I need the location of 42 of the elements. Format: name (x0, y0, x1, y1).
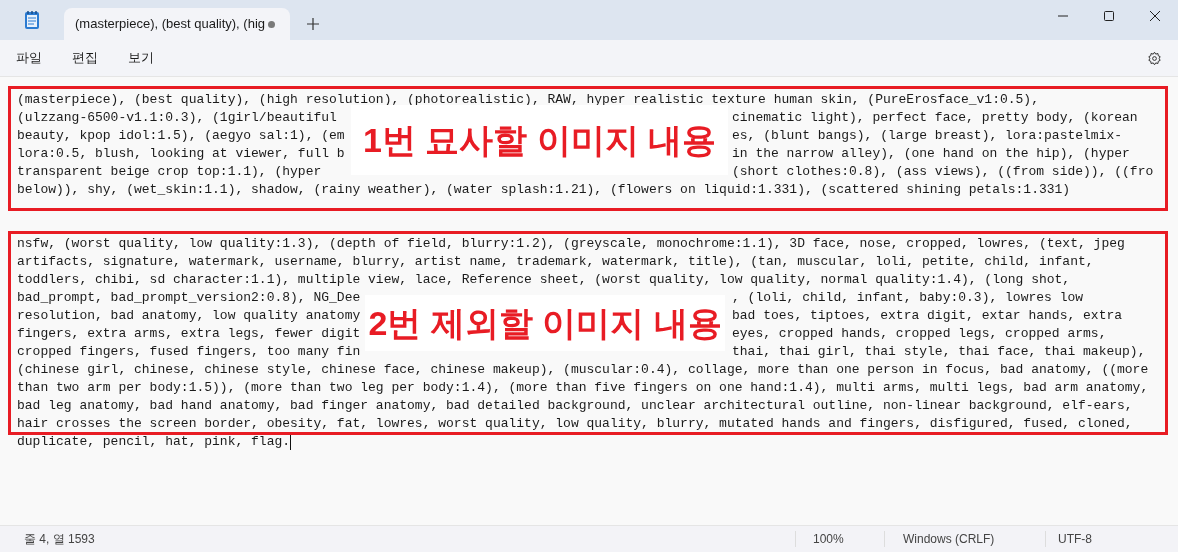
text-line: transparent beige crop top:1.1), (hyper (17, 164, 322, 179)
text-line: below)), shy, (wet_skin:1.1), shadow, (rainy weather), (water splash:1.21), (flowers on liquid:1.331), (scattered shining petals:1.331) (17, 182, 1071, 197)
text-line: (chinese girl, chinese, chinese style, chinese face, chinese makeup), (muscular:0.4), collage, more than one person in focus, bad anatomy, ((more (17, 362, 1149, 377)
text-line: beauty, kpop idol:1.5), (aegyo sal:1), (em (17, 128, 345, 143)
text-line: than two arm per body:1.5)), (more than two leg per body:1.4), (more than five fingers on one hand:1.4), multi arms, multi legs, bad arm anatomy, (17, 380, 1149, 395)
settings-icon[interactable] (1147, 50, 1162, 66)
text-line: cropped fingers, fused fingers, too many fin (17, 344, 361, 359)
annotation-label: 2번 제외할 이미지 내용 (365, 295, 725, 351)
text-line: fingers, extra arms, extra legs, fewer digit (17, 326, 361, 341)
text-line: (short clothes:0.8), (ass views), ((from side)), ((fro (732, 163, 1154, 181)
text-line: in the narrow alley), (one hand on the hip), (hyper (732, 145, 1130, 163)
text-line: hair crosses the screen border, obesity, fat, lowres, worst quality, low quality, blurry, mutated hands and fingers, disfigured, fused, cloned, (17, 416, 1133, 431)
cursor-position: 줄 4, 열 1593 (23, 531, 96, 548)
text-line: bad_prompt, bad_prompt_version2:0.8), NG_Dee (17, 290, 361, 305)
menu-item[interactable]: 보기 (120, 48, 162, 68)
text-line: bad leg anatomy, bad hand anatomy, bad finger anatomy, bad detailed background, unclear architectural outline, non-linear background, elf-ears, (17, 398, 1133, 413)
text-line: (masterpiece), (best quality), (high resolution), (photorealistic), RAW, hyper realistic texture human skin, (PureErosface_v1:0.5), (17, 92, 1039, 107)
plus-icon[interactable] (307, 18, 319, 30)
text-line: toddlers, chibi, sd character:1.1), multiple view, lace, Reference sheet, (worst quality, low quality, normal quality:1.4), (long shot, (17, 272, 1071, 287)
text-line: (ulzzang-6500-v1.1:0.3), (1girl/beautiful (17, 110, 337, 125)
text-line: duplicate, pencil, hat, pink, flag. (17, 433, 291, 451)
text-line: cinematic light), perfect face, pretty body, (korean (732, 109, 1138, 127)
notepad-icon (24, 10, 40, 30)
text-cursor (290, 434, 292, 450)
document-tab[interactable]: (masterpiece), (best quality), (hig (64, 8, 290, 40)
text-line: , (loli, child, infant, baby:0.3), lowres low (732, 289, 1084, 307)
text-line: nsfw, (worst quality, low quality:1.3), (depth of field, blurry:1.2), (greyscale, monochrome:1.1), 3D face, nose, cropped, lowres, (text, jpeg (17, 236, 1125, 251)
line-ending: Windows (CRLF) (902, 531, 996, 548)
text-line: es, (blunt bangs), (large breast), lora:pastelmix- (732, 127, 1123, 145)
text-line: lora:0.5, blush, looking at viewer, full b (17, 146, 345, 161)
text-line: resolution, bad anatomy, low quality anatomy (17, 308, 361, 323)
encoding: UTF-8 (1057, 531, 1092, 548)
menu-item[interactable]: 편집 (64, 48, 106, 68)
zoom-level: 100% (812, 531, 845, 548)
text-line: artifacts, signature, watermark, username, blurry, artist name, trademark, watermark, title), (tan, muscular, loli, petite, child, infant, (17, 254, 1094, 269)
text-line: bad toes, tiptoes, extra digit, extar hands, extra (732, 307, 1123, 325)
annotation-label: 1번 묘사할 이미지 내용 (351, 105, 728, 175)
close-icon[interactable] (1150, 11, 1160, 21)
text-line: eyes, cropped hands, cropped legs, cropped arms, (732, 325, 1107, 343)
text-line: thai, thai girl, thai style, thai face, thai makeup), (732, 343, 1146, 361)
menu-item[interactable]: 파일 (8, 48, 50, 68)
maximize-icon[interactable] (1104, 11, 1114, 21)
